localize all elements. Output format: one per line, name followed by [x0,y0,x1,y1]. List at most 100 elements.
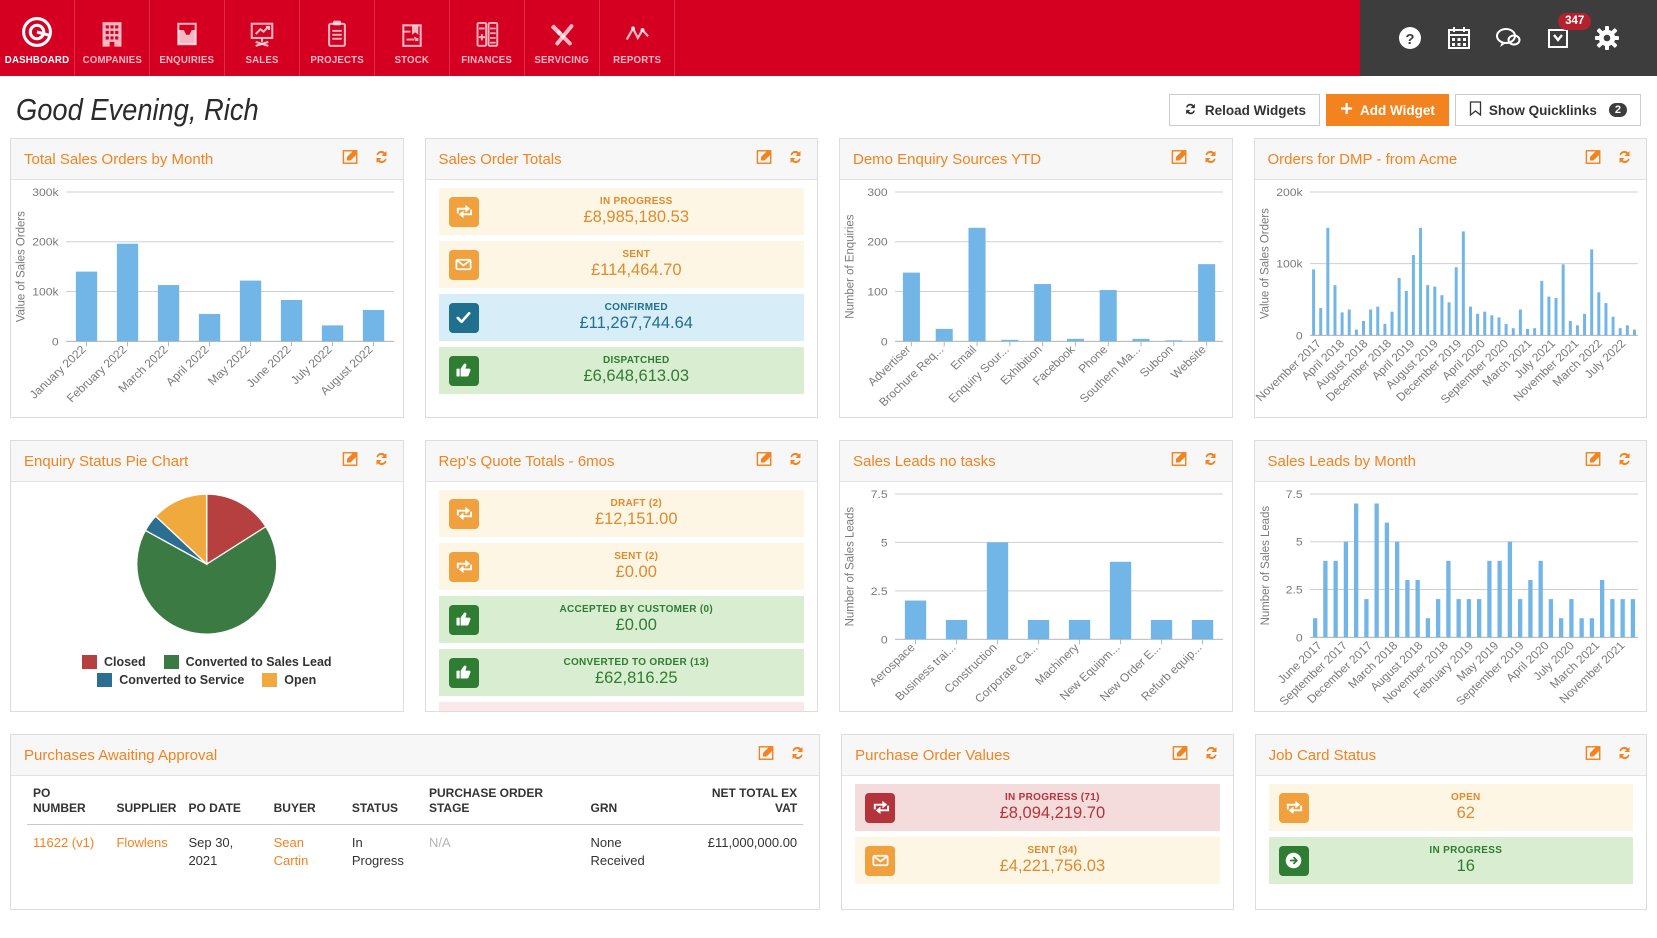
status-row[interactable]: SENT (34)£4,221,756.03 [855,837,1219,884]
edit-icon[interactable] [342,149,359,170]
refresh-icon[interactable] [787,149,804,170]
svg-text:200: 200 [867,235,888,249]
nav-item-dashboard[interactable]: DASHBOARD [0,0,75,76]
widget-purchases-awaiting-approval: Purchases Awaiting Approval PO NUMBERSUP… [10,734,820,910]
net-total-cell: £11,000,000.00 [682,825,803,879]
svg-text:Number of Enquiries: Number of Enquiries [842,214,856,318]
column-header: BUYER [268,776,346,825]
reload-widgets-button[interactable]: Reload Widgets [1169,94,1320,126]
status-row[interactable]: IN PROGRESS (71)£8,094,219.70 [855,784,1219,831]
nav-item-sales[interactable]: SALES [225,0,300,76]
inbox-icon[interactable]: 347 [1545,25,1571,51]
bookmark-icon [1469,101,1482,119]
bar-chart-sales-leads-no-tasks: 02.557.5AerospaceBusiness trai...Constru… [840,482,1232,711]
status-text: CONVERTED TO ORDER (13)£62,816.25 [479,657,795,687]
gear-icon[interactable] [1594,25,1620,51]
nav-item-finances[interactable]: FINANCES [450,0,525,76]
nav-item-reports[interactable]: REPORTS [600,0,675,76]
refresh-icon[interactable] [1202,451,1219,472]
svg-text:100k: 100k [32,285,58,299]
nav-item-stock[interactable]: STOCK [375,0,450,76]
refresh-icon[interactable] [1616,149,1633,170]
supplier-cell[interactable]: Flowlens [110,825,182,879]
status-text: SENT£114,464.70 [479,249,795,279]
refresh-icon[interactable] [789,745,806,766]
show-quicklinks-button[interactable]: Show Quicklinks 2 [1455,94,1641,126]
status-text: IN PROGRESS16 [1309,845,1623,875]
edit-icon[interactable] [756,451,773,472]
nav-item-enquiries[interactable]: ENQUIRIES [150,0,225,76]
widget-header: Total Sales Orders by Month [11,139,403,180]
po-number-cell[interactable]: 11622 (v1) [27,825,110,879]
status-label: ACCEPTED BY CUSTOMER (0) [479,604,795,616]
status-row[interactable]: CONFIRMED£11,267,744.64 [439,294,805,341]
status-row[interactable]: OPEN62 [1269,784,1633,831]
check-icon [449,303,479,333]
status-label: DISPATCHED [479,355,795,367]
status-row[interactable]: IN PROGRESS£8,985,180.53 [439,188,805,235]
refresh-icon[interactable] [1203,745,1220,766]
nav-item-label: SALES [245,54,278,66]
widget-job-card-status: Job Card Status OPEN62 IN PROGRESS16 [1255,734,1647,910]
status-row[interactable]: SENT (2)£0.00 [439,543,805,590]
edit-icon[interactable] [1585,451,1602,472]
chart-area: ClosedConverted to Sales LeadConverted t… [11,482,403,711]
svg-text:Website: Website [1168,342,1209,381]
add-widget-button[interactable]: Add Widget [1326,94,1449,126]
widget-title: Purchases Awaiting Approval [24,747,217,764]
status-row[interactable] [439,702,805,711]
edit-icon[interactable] [1585,149,1602,170]
status-list: DRAFT (2)£12,151.00 SENT (2)£0.00 ACCEPTED… [426,482,818,711]
status-text: DISPATCHED£6,648,613.03 [479,355,795,385]
svg-text:100: 100 [867,285,888,299]
refresh-icon[interactable] [1616,745,1633,766]
legend-item: Converted to Sales Lead [164,655,332,669]
status-list: OPEN62 IN PROGRESS16 [1256,776,1646,884]
edit-icon[interactable] [756,149,773,170]
status-row[interactable]: CONVERTED TO ORDER (13)£62,816.25 [439,649,805,696]
edit-icon[interactable] [1171,451,1188,472]
status-row[interactable]: DRAFT (2)£12,151.00 [439,490,805,537]
help-icon[interactable]: ? [1397,25,1423,51]
svg-text:2.5: 2.5 [871,584,888,598]
refresh-icon[interactable] [373,451,390,472]
edit-icon[interactable] [1585,745,1602,766]
svg-text:Number of Sales Leads: Number of Sales Leads [1257,506,1271,626]
status-label: IN PROGRESS [1309,845,1623,857]
table-header-row: PO NUMBERSUPPLIERPO DATEBUYERSTATUSPURCH… [27,776,803,825]
refresh-icon[interactable] [787,451,804,472]
status-row[interactable]: DISPATCHED£6,648,613.03 [439,347,805,394]
widget-header: Sales Leads by Month [1255,441,1647,482]
nav-item-label: DASHBOARD [5,54,69,66]
svg-text:7.5: 7.5 [1285,487,1302,501]
widget-title: Sales Leads by Month [1268,453,1416,470]
svg-text:100k: 100k [1276,257,1302,271]
status-value: £114,464.70 [479,261,795,280]
widget-header: Sales Leads no tasks [840,441,1232,482]
widget-actions [1585,451,1633,472]
refresh-icon[interactable] [1616,451,1633,472]
edit-icon[interactable] [758,745,775,766]
widget-title: Job Card Status [1269,747,1377,764]
table-row[interactable]: 11622 (v1)FlowlensSep 30, 2021Sean Carti… [27,825,803,879]
status-text: OPEN62 [1309,792,1623,822]
bar-chart-demo-enquiry-sources: 0100200300AdvertiserBrochure Req...Email… [840,180,1232,417]
refresh-icon[interactable] [373,149,390,170]
envelope-icon [865,846,895,876]
refresh-icon[interactable] [1202,149,1219,170]
nav-item-companies[interactable]: COMPANIES [75,0,150,76]
nav-item-label: COMPANIES [82,54,141,66]
nav-item-servicing[interactable]: SERVICING [525,0,600,76]
status-list: IN PROGRESS (71)£8,094,219.70 SENT (34)£4… [842,776,1232,884]
edit-icon[interactable] [342,451,359,472]
edit-icon[interactable] [1171,149,1188,170]
status-row[interactable]: SENT£114,464.70 [439,241,805,288]
status-row[interactable]: ACCEPTED BY CUSTOMER (0)£0.00 [439,596,805,643]
edit-icon[interactable] [1172,745,1189,766]
svg-text:Value of Sales Orders: Value of Sales Orders [1257,208,1271,319]
status-row[interactable]: IN PROGRESS16 [1269,837,1633,884]
chat-icon[interactable] [1494,25,1522,51]
calendar-icon[interactable] [1446,25,1472,51]
nav-item-projects[interactable]: PROJECTS [300,0,375,76]
buyer-cell[interactable]: Sean Cartin [268,825,346,879]
